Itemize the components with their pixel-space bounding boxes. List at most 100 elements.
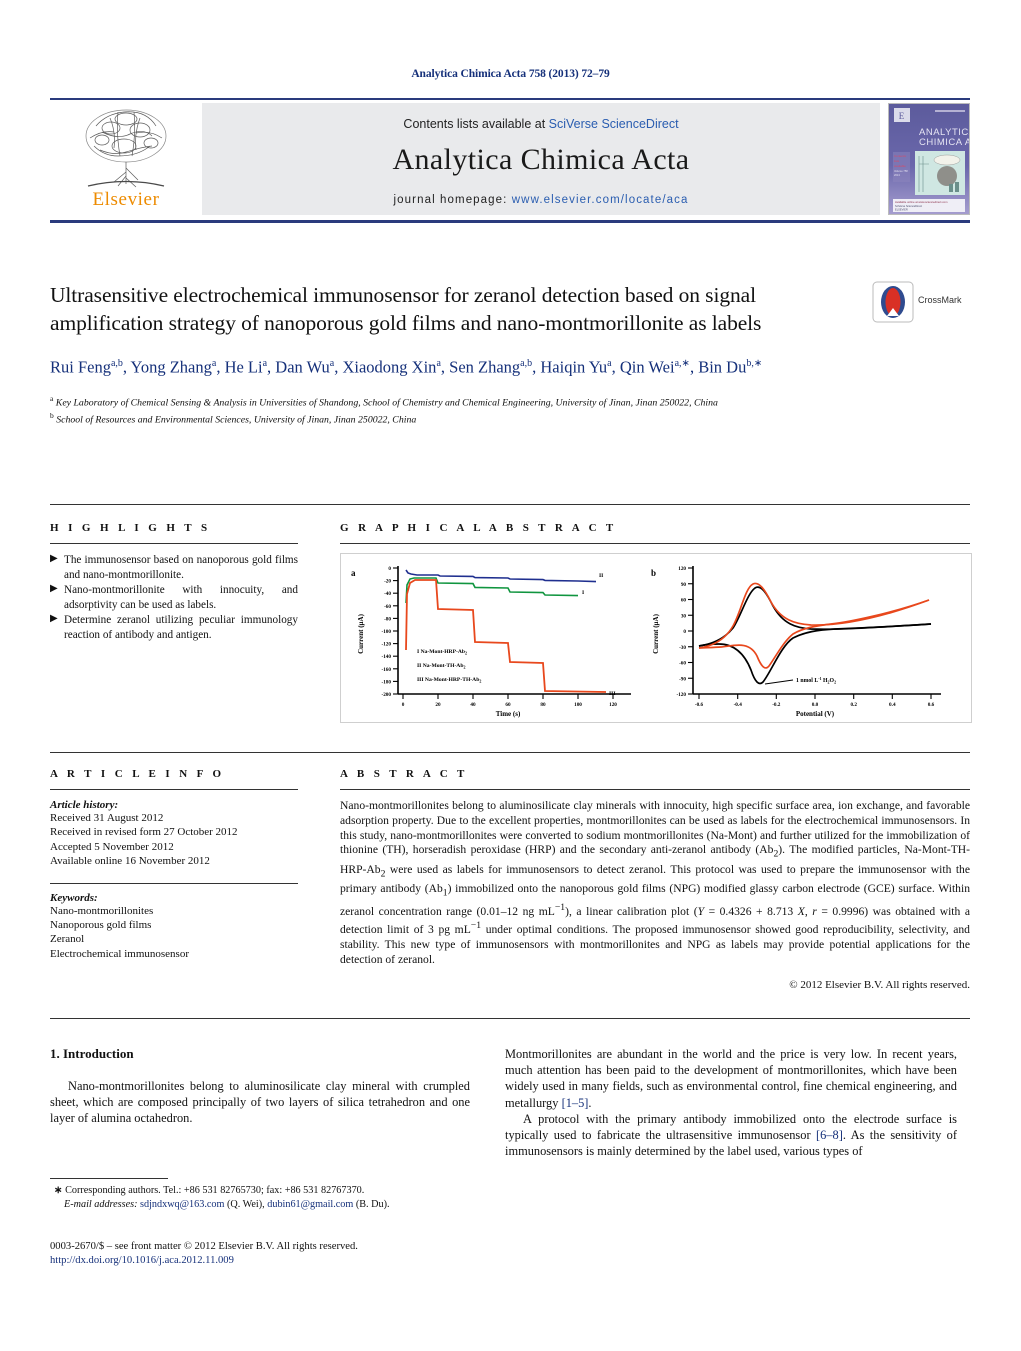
history-revised: Received in revised form 27 October 2012: [50, 826, 238, 839]
chart-panel-a: a 0 -20 -40 -60 -80 -100 -120 -140 -160 …: [351, 566, 631, 718]
cv-curve-orange-forward: [698, 582, 930, 649]
svg-text:CHIMICA ACTA: CHIMICA ACTA: [919, 137, 969, 148]
keyword-item: Nanoporous gold films: [50, 919, 152, 932]
list-item: ▶ Nano-montmorillonite with innocuity, an…: [50, 583, 298, 612]
svg-text:I Na-Mont-HRP-Ab2: I Na-Mont-HRP-Ab2: [417, 649, 467, 656]
journal-cover-thumbnail: E ANALYTICA CHIMICA ACTA Contents lists …: [888, 103, 970, 215]
intro-paragraph: Nano-montmorillonites belong to aluminos…: [50, 1079, 470, 1126]
crossmark-icon: [872, 281, 914, 323]
graphical-abstract-charts: a 0 -20 -40 -60 -80 -100 -120 -140 -160 …: [351, 566, 941, 718]
svg-text:-200: -200: [381, 692, 391, 698]
journal-masthead: Elsevier Contents lists available at Sci…: [50, 98, 970, 223]
cv-curve-black-reverse: [698, 623, 932, 685]
journal-homepage-line: journal homepage: www.elsevier.com/locat…: [202, 194, 880, 206]
svg-text:100: 100: [574, 702, 582, 708]
keyword-item: Electrochemical immunosensor: [50, 947, 189, 960]
svg-text:30: 30: [681, 613, 687, 619]
cv-curve-orange-reverse: [698, 599, 930, 669]
svg-text:-0.4: -0.4: [734, 702, 743, 708]
affiliations: a Key Laboratory of Chemical Sensing & A…: [50, 392, 950, 428]
body-column-right: Montmorillonites are abundant in the wor…: [505, 1046, 957, 1159]
cover-artwork: E ANALYTICA CHIMICA ACTA Contents lists …: [889, 104, 969, 214]
author-list: Rui Fenga,b, Yong Zhanga, He Lia, Dan Wu…: [50, 357, 763, 377]
homepage-url[interactable]: www.elsevier.com/locate/aca: [512, 194, 689, 206]
graphical-abstract-section: G R A P H I C A L A B S T R A C T a 0 -2…: [340, 522, 972, 723]
svg-text:0: 0: [388, 566, 391, 572]
corresponding-authors-note: ∗ Corresponding authors. Tel.: +86 531 8…: [54, 1185, 365, 1196]
right-paragraph-2: A protocol with the primary antibody imm…: [505, 1111, 957, 1159]
keywords-rule: [50, 882, 298, 884]
affiliation-b: b School of Resources and Environmental …: [50, 411, 417, 426]
chart-panel-b: b 120 90 60 30 0 -30 -60 -90 -120 -0.6 -…: [651, 566, 941, 718]
svg-text:II Na-Mont-TH-Ab2: II Na-Mont-TH-Ab2: [417, 663, 465, 670]
highlights-heading: H I G H L I G H T S: [50, 522, 211, 534]
page-title: Ultrasensitive electrochemical immunosen…: [50, 283, 762, 335]
homepage-prefix: journal homepage:: [393, 194, 512, 206]
highlight-text: The immunosensor based on nanoporous gol…: [64, 554, 298, 581]
abstract-rule: [340, 789, 970, 790]
sciencedirect-link[interactable]: SciVerse ScienceDirect: [549, 117, 679, 131]
svg-text:120: 120: [609, 702, 617, 708]
section-title-introduction: 1. Introduction: [50, 1046, 134, 1061]
svg-text:SciVerse ScienceDirect: SciVerse ScienceDirect: [895, 204, 922, 208]
elsevier-wordmark: Elsevier: [92, 189, 160, 210]
article-info-heading: A R T I C L E I N F O: [50, 768, 225, 780]
contents-prefix: Contents lists available at: [403, 117, 549, 131]
svg-text:ELSEVIER: ELSEVIER: [895, 208, 908, 212]
keyword-item: Nano-montmorillonites: [50, 904, 154, 917]
cv-curve-black-forward: [698, 586, 932, 647]
svg-text:120: 120: [678, 566, 686, 572]
article-info-rule: [50, 789, 298, 790]
svg-text:E: E: [899, 111, 905, 121]
keyword-item: Zeranol: [50, 933, 85, 946]
panel-b-xlabel: Potential (V): [796, 710, 835, 718]
svg-text:60: 60: [681, 598, 687, 604]
list-item: ▶ Determine zeranol utilizing peculiar im…: [50, 613, 298, 642]
abstract-text: Nano-montmorillonites belong to aluminos…: [340, 799, 971, 966]
abstract-section: A B S T R A C T Nano-montmorillonites be…: [340, 768, 970, 991]
panel-b-annotation: 1 nmol L-1 H2O2: [796, 676, 836, 685]
elsevier-tree-icon: [85, 109, 167, 188]
affiliation-b-text: School of Resources and Environmental Sc…: [56, 414, 417, 426]
history-accepted: Accepted 5 November 2012: [50, 840, 174, 853]
abstract-copyright: © 2012 Elsevier B.V. All rights reserved…: [789, 978, 970, 991]
curve-label-I: I: [582, 590, 584, 596]
footnote-rule: [50, 1178, 168, 1179]
svg-text:0.0: 0.0: [812, 702, 819, 708]
svg-text:Volume 758: Volume 758: [894, 169, 908, 173]
issn-copyright-block: 0003-2670/$ – see front matter © 2012 El…: [50, 1240, 550, 1268]
panel-a-label: a: [351, 568, 356, 578]
svg-text:Available online at www.scienc: Available online at www.sciencedirect.co…: [895, 200, 948, 204]
right-paragraph-1: Montmorillonites are abundant in the wor…: [505, 1047, 957, 1110]
divider-above-highlights: [50, 504, 970, 505]
svg-text:0: 0: [683, 629, 686, 635]
svg-text:-140: -140: [381, 654, 391, 660]
list-item: ▶ The immunosensor based on nanoporous go…: [50, 553, 298, 582]
article-info-section: A R T I C L E I N F O Article history: R…: [50, 768, 298, 961]
triangle-bullet-icon: ▶: [50, 553, 58, 564]
svg-text:available: available: [894, 164, 906, 168]
svg-text:0.2: 0.2: [850, 702, 857, 708]
svg-text:lists: lists: [894, 159, 900, 163]
crossmark-badge[interactable]: CrossMark: [872, 281, 964, 325]
body-column-left: 1. Introduction Nano-montmorillonites be…: [50, 1046, 470, 1127]
paper-page: Analytica Chimica Acta 758 (2013) 72–79: [0, 0, 1021, 1351]
affiliation-a-text: Key Laboratory of Chemical Sensing & Ana…: [55, 396, 718, 408]
svg-text:-100: -100: [381, 629, 391, 635]
graphical-abstract-rule: [340, 543, 970, 544]
svg-text:Contents: Contents: [894, 154, 907, 158]
crossmark-label: CrossMark: [918, 295, 962, 305]
keywords-label: Keywords:: [50, 891, 98, 904]
divider-above-article-info: [50, 752, 970, 753]
triangle-bullet-icon: ▶: [50, 613, 58, 625]
doi-link[interactable]: http://dx.doi.org/10.1016/j.aca.2012.11.…: [50, 1254, 550, 1268]
svg-text:40: 40: [470, 702, 476, 708]
email-addresses-note[interactable]: E-mail addresses: sdjndxwq@163.com (Q. W…: [50, 1198, 480, 1212]
svg-text:90: 90: [681, 582, 687, 588]
history-online: Available online 16 November 2012: [50, 855, 210, 868]
svg-text:-30: -30: [679, 645, 686, 651]
svg-text:-160: -160: [381, 667, 391, 673]
highlight-text: Nano-montmorillonite with innocuity, and…: [64, 584, 298, 611]
svg-text:-180: -180: [381, 679, 391, 685]
curve-label-II: II: [599, 573, 603, 579]
